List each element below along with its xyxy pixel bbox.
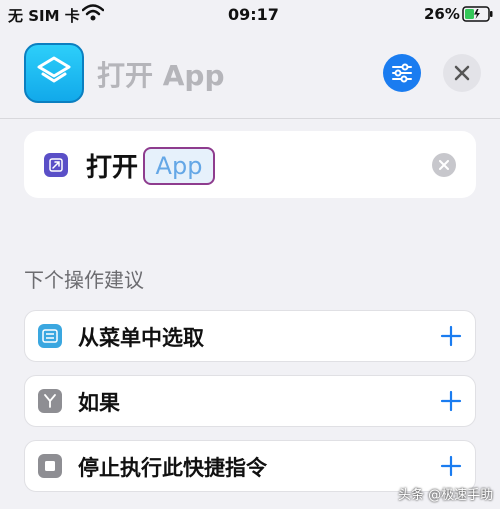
settings-button[interactable] (383, 54, 421, 92)
open-arrow-icon (44, 153, 68, 177)
suggestion-if[interactable]: 如果 (24, 375, 476, 427)
action-verb: 打开 (86, 153, 139, 183)
status-bar: 无 SIM 卡 09:17 26% (0, 0, 500, 30)
clear-button[interactable] (432, 153, 456, 177)
suggestion-choose-from-menu[interactable]: 从菜单中选取 (24, 310, 476, 362)
add-icon[interactable] (440, 390, 462, 416)
app-parameter[interactable]: App (143, 147, 215, 185)
clear-icon (439, 160, 449, 170)
stop-icon (38, 454, 62, 478)
suggestions-title: 下个操作建议 (24, 268, 144, 292)
clock: 09:17 (228, 5, 279, 24)
header: 打开 App (0, 30, 500, 118)
suggestion-label: 停止执行此快捷指令 (78, 456, 267, 480)
battery-percent: 26% (424, 5, 460, 23)
carrier-label: 无 SIM 卡 (8, 7, 80, 25)
menu-icon (38, 324, 62, 348)
battery-icon (462, 6, 494, 26)
watermark: 头条 @极速手助 (398, 488, 494, 503)
suggestion-label: 从菜单中选取 (78, 326, 204, 350)
header-divider (0, 118, 500, 119)
suggestion-label: 如果 (78, 391, 120, 415)
open-app-action[interactable]: 打开 App (24, 131, 476, 198)
wifi-icon (81, 4, 105, 26)
sliders-icon (392, 63, 412, 83)
close-button[interactable] (443, 54, 481, 92)
add-icon[interactable] (440, 325, 462, 351)
branch-icon (38, 389, 62, 413)
shortcuts-icon[interactable] (24, 43, 84, 103)
close-icon (454, 65, 470, 81)
page-title: 打开 App (97, 59, 225, 92)
add-icon[interactable] (440, 455, 462, 481)
